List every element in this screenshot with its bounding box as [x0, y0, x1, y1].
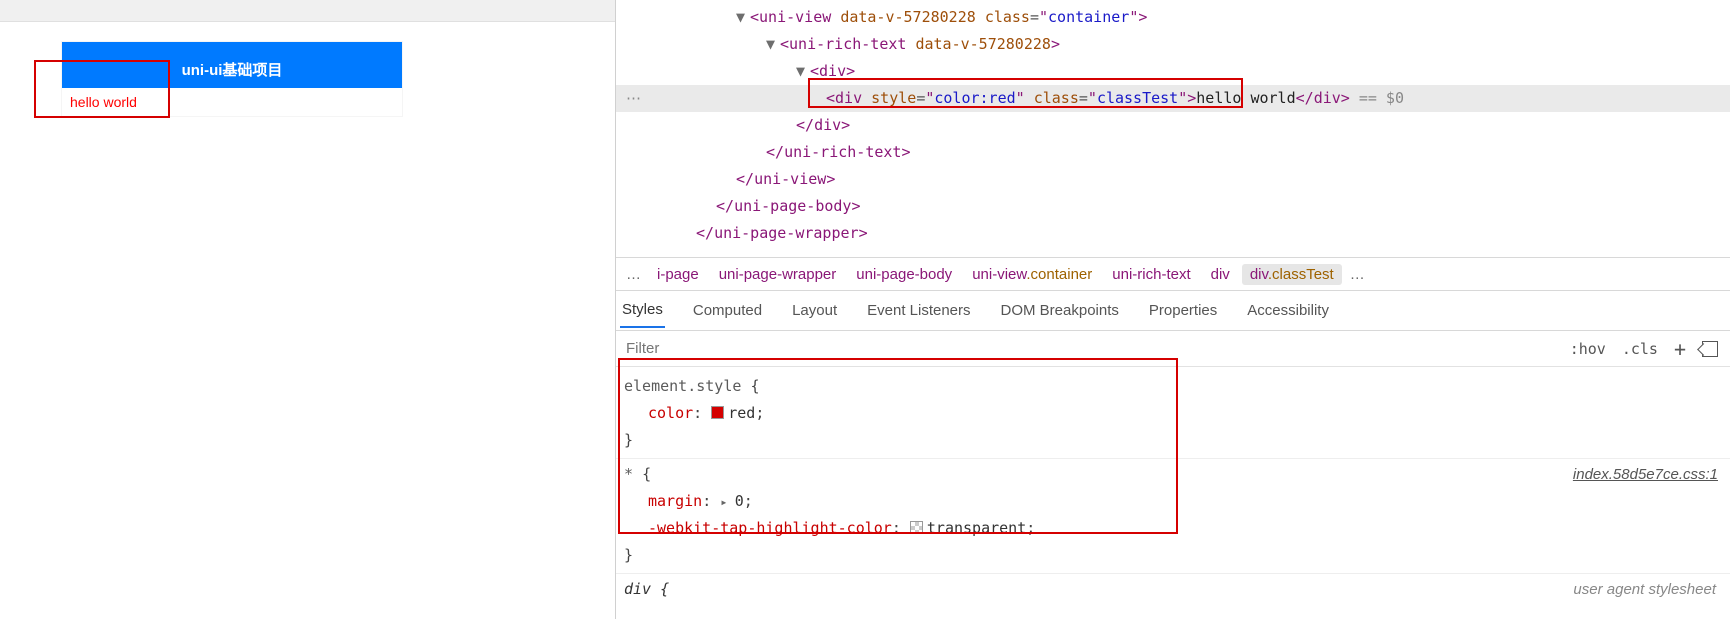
app-preview-pane: uni-ui基础项目 hello world — [0, 0, 615, 619]
tab-event-listeners[interactable]: Event Listeners — [865, 294, 972, 327]
style-selector: * — [624, 465, 633, 483]
styles-pane[interactable]: element.style { color: red; } index.58d5… — [616, 367, 1730, 619]
breadcrumb-item[interactable]: div.classTest — [1242, 264, 1342, 285]
tab-properties[interactable]: Properties — [1147, 294, 1219, 327]
dom-tree[interactable]: ▼<uni-view data-v-57280228 class="contai… — [616, 0, 1730, 257]
breadcrumb-item[interactable]: uni-page-wrapper — [711, 264, 845, 285]
tab-styles[interactable]: Styles — [620, 293, 665, 328]
breadcrumb-item[interactable]: i-page — [649, 264, 707, 285]
dom-node[interactable]: ▼<uni-rich-text data-v-57280228> — [616, 31, 1730, 58]
styles-filter-input[interactable] — [616, 334, 1570, 363]
color-swatch-icon[interactable] — [910, 521, 923, 534]
style-rule-div[interactable]: div { user agent stylesheet — [624, 576, 1722, 603]
breadcrumb-ellipsis-right[interactable]: … — [1346, 266, 1369, 283]
dom-node[interactable]: ⋯<div style="color:red" class="classTest… — [616, 85, 1730, 112]
app-title-bar: uni-ui基础项目 — [62, 42, 402, 88]
tab-accessibility[interactable]: Accessibility — [1245, 294, 1331, 327]
user-agent-stylesheet-label: user agent stylesheet — [1573, 576, 1716, 603]
style-prop[interactable]: color: red; — [624, 400, 1722, 427]
dom-node[interactable]: </uni-page-body> — [616, 193, 1730, 220]
app-body: hello world — [62, 88, 402, 116]
dom-node[interactable]: ▼<div> — [616, 58, 1730, 85]
phone-shell: uni-ui基础项目 hello world — [62, 42, 402, 116]
tab-dom-breakpoints[interactable]: DOM Breakpoints — [999, 294, 1121, 327]
ruler-top — [0, 0, 615, 22]
style-selector: element.style — [624, 377, 741, 395]
new-style-rule-button[interactable]: + — [1674, 342, 1686, 356]
styles-tabs[interactable]: Styles Computed Layout Event Listeners DOM B… — [616, 291, 1730, 331]
style-rule-element[interactable]: element.style { color: red; } — [624, 373, 1722, 454]
devtools-pane: ▼<uni-view data-v-57280228 class="contai… — [615, 0, 1730, 619]
style-prop[interactable]: -webkit-tap-highlight-color: transparent… — [624, 515, 1722, 542]
filter-bar: :hov .cls + — [616, 331, 1730, 367]
dom-node[interactable]: </uni-view> — [616, 166, 1730, 193]
panel-layout-button[interactable] — [1702, 341, 1718, 357]
cls-toggle[interactable]: .cls — [1622, 340, 1658, 358]
app-title: uni-ui基础项目 — [182, 59, 283, 80]
dom-node[interactable]: </uni-page-wrapper> — [616, 220, 1730, 247]
tab-layout[interactable]: Layout — [790, 294, 839, 327]
breadcrumb-item[interactable]: uni-rich-text — [1104, 264, 1198, 285]
style-selector: div { — [624, 580, 669, 598]
dom-node[interactable]: ▼<uni-view data-v-57280228 class="contai… — [616, 4, 1730, 31]
app-body-text: hello world — [70, 94, 137, 110]
style-origin-link[interactable]: index.58d5e7ce.css:1 — [1573, 461, 1718, 488]
breadcrumb-item[interactable]: div — [1203, 264, 1238, 285]
style-rule-universal[interactable]: index.58d5e7ce.css:1 * { margin: ▸ 0; -w… — [624, 461, 1722, 569]
breadcrumb-ellipsis-left[interactable]: … — [622, 266, 645, 283]
dom-node[interactable]: </div> — [616, 112, 1730, 139]
breadcrumb-item[interactable]: uni-page-body — [848, 264, 960, 285]
breadcrumb-item[interactable]: uni-view.container — [964, 264, 1100, 285]
breadcrumb-bar[interactable]: … i-pageuni-page-wrapperuni-page-bodyuni… — [616, 257, 1730, 291]
style-prop[interactable]: margin: ▸ 0; — [624, 488, 1722, 515]
dom-node[interactable]: </uni-rich-text> — [616, 139, 1730, 166]
hover-toggle[interactable]: :hov — [1570, 340, 1606, 358]
ellipsis-icon[interactable]: ⋯ — [626, 85, 650, 112]
tab-computed[interactable]: Computed — [691, 294, 764, 327]
color-swatch-icon[interactable] — [711, 406, 724, 419]
